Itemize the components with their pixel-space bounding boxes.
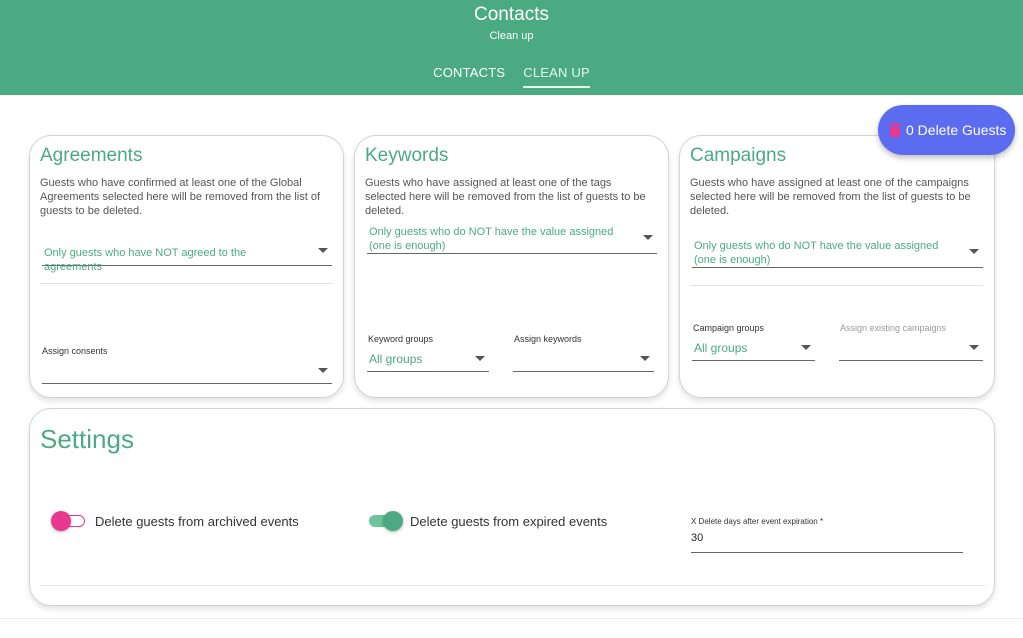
footer-divider (0, 618, 1023, 619)
assign-campaigns-select[interactable] (839, 335, 983, 361)
campaign-groups-value: All groups (694, 341, 748, 355)
assign-campaigns-label: Assign existing campaigns (840, 323, 947, 333)
assign-consents-label: Assign consents (42, 346, 108, 356)
assign-keywords-label: Assign keywords (514, 334, 582, 344)
campaigns-filter-select[interactable]: Only guests who do NOT have the value as… (692, 238, 983, 268)
page-subtitle: Clean up (489, 30, 534, 42)
campaigns-card: Campaigns Guests who have assigned at le… (679, 135, 995, 398)
agreements-title: Agreements (40, 145, 143, 166)
tab-contacts[interactable]: CONTACTS (433, 65, 505, 88)
divider (40, 283, 333, 284)
campaign-groups-select[interactable]: All groups (692, 335, 815, 361)
keywords-filter-select[interactable]: Only guests who do NOT have the value as… (367, 224, 657, 254)
keyword-groups-label: Keyword groups (368, 334, 434, 344)
keywords-card: Keywords Guests who have assigned at lea… (354, 135, 669, 398)
chevron-down-icon (969, 345, 979, 350)
expired-events-label: Delete guests from expired events (410, 514, 608, 529)
chevron-down-icon (969, 249, 979, 254)
campaigns-filter-value: Only guests who do NOT have the value as… (694, 240, 939, 266)
agreements-filter-value: Only guests who have NOT agreed to the a… (44, 247, 247, 273)
keywords-filter-value: Only guests who do NOT have the value as… (369, 226, 614, 252)
keyword-groups-value: All groups (369, 352, 423, 366)
campaigns-title: Campaigns (690, 145, 787, 166)
agreements-filter-select[interactable]: Only guests who have NOT agreed to the a… (42, 236, 332, 273)
campaigns-description: Guests who have assigned at least one of… (690, 177, 971, 217)
chevron-down-icon (475, 356, 485, 361)
toggle-knob (383, 511, 403, 531)
toggle-knob (51, 511, 71, 531)
settings-card: Settings Delete guests from archived eve… (29, 408, 995, 606)
header-bar: Contacts Clean up CONTACTS CLEAN UP (0, 0, 1023, 95)
keyword-groups-select[interactable]: All groups (367, 346, 489, 372)
page-title: Contacts (474, 4, 549, 25)
delete-guests-label: 0 Delete Guests (906, 122, 1007, 138)
chevron-down-icon (643, 235, 653, 240)
chevron-down-icon (318, 368, 328, 373)
agreements-card: Agreements Guests who have confirmed at … (29, 135, 344, 398)
expired-events-toggle[interactable] (367, 511, 403, 531)
archived-events-label: Delete guests from archived events (95, 514, 299, 529)
expiration-days-label: X Delete days after event expiration * (691, 517, 824, 526)
divider (690, 285, 983, 286)
chevron-down-icon (801, 345, 811, 350)
expiration-days-field[interactable]: X Delete days after event expiration * 3… (691, 517, 963, 553)
assign-consents-select[interactable] (42, 358, 332, 384)
tab-clean-up[interactable]: CLEAN UP (523, 65, 590, 88)
trash-icon (889, 123, 901, 137)
divider (40, 585, 985, 586)
tab-bar: CONTACTS CLEAN UP (0, 65, 1023, 88)
keywords-description: Guests who have assigned at least one of… (365, 177, 646, 217)
chevron-down-icon (318, 248, 328, 253)
delete-guests-button[interactable]: 0 Delete Guests (878, 105, 1015, 155)
campaign-groups-label: Campaign groups (693, 323, 765, 333)
expiration-days-value[interactable]: 30 (691, 532, 703, 544)
settings-title: Settings (40, 424, 134, 454)
keywords-title: Keywords (365, 145, 449, 166)
archived-events-toggle[interactable] (51, 511, 87, 531)
assign-keywords-select[interactable] (513, 346, 654, 372)
agreements-description: Guests who have confirmed at least one o… (40, 177, 321, 217)
chevron-down-icon (640, 356, 650, 361)
